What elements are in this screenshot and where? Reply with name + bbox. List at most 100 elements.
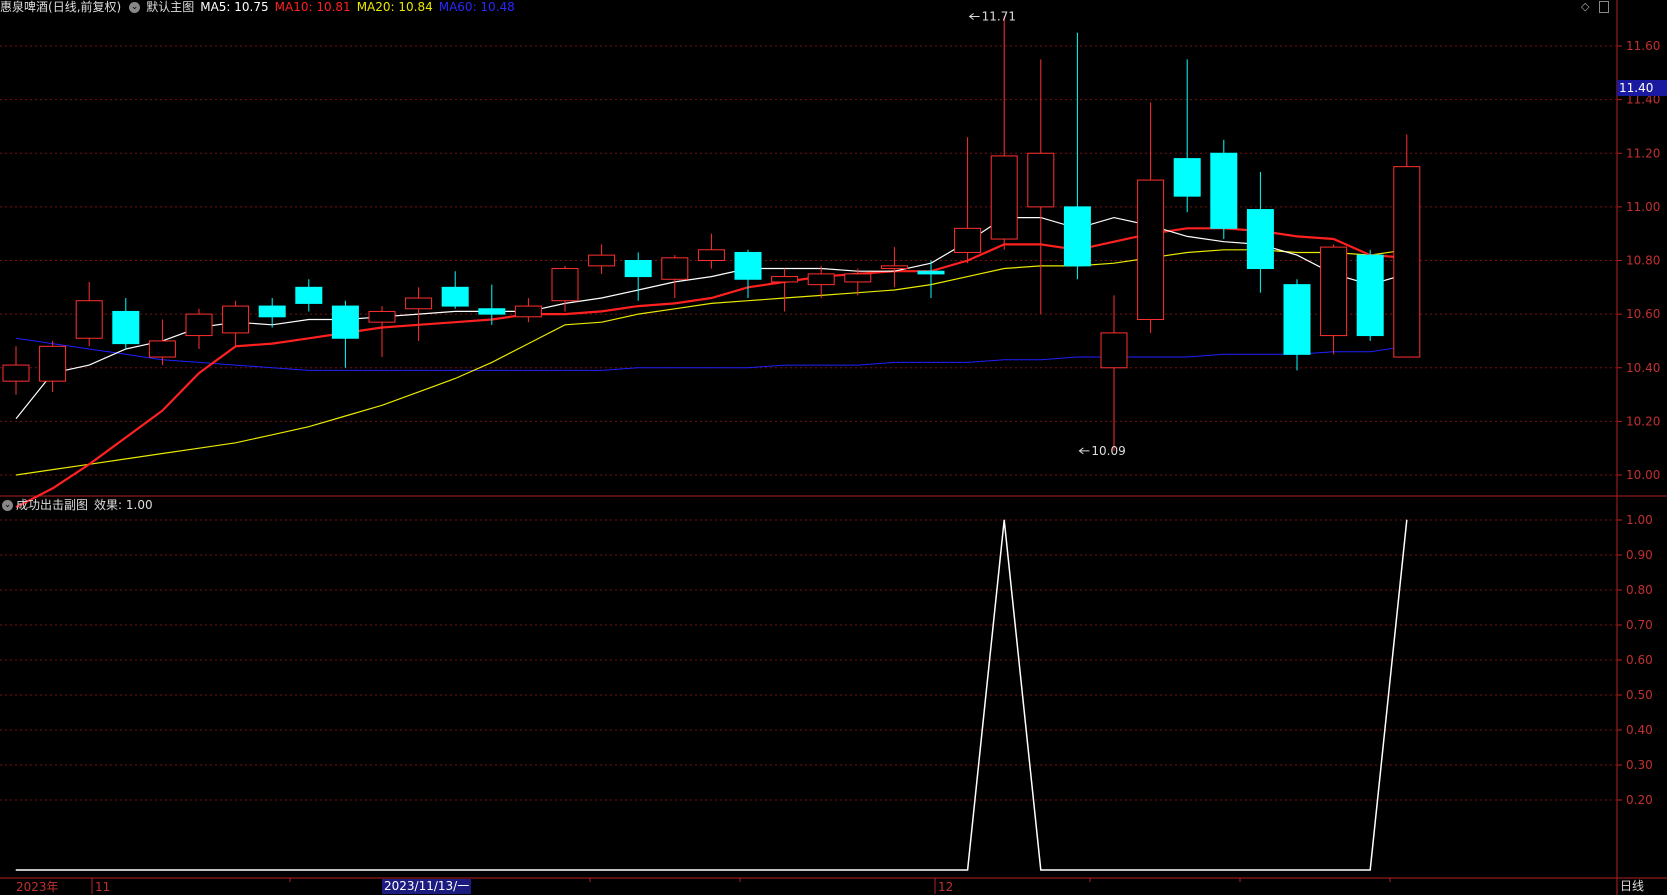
candle-body — [441, 286, 469, 307]
candle[interactable] — [1393, 134, 1421, 358]
indicator-point — [637, 869, 639, 871]
candle-body — [1173, 158, 1201, 197]
indicator-point — [1003, 519, 1005, 521]
sub-grid — [0, 519, 1617, 801]
indicator-point — [125, 869, 127, 871]
candle[interactable] — [1320, 244, 1348, 355]
price-tick-label: 11.00 — [1626, 200, 1660, 214]
period-button[interactable]: 日线 — [1620, 879, 1644, 894]
value-tick-label: 0.20 — [1626, 793, 1653, 807]
indicator-point — [491, 869, 493, 871]
candle[interactable] — [75, 281, 103, 347]
candle[interactable] — [1173, 59, 1201, 213]
indicator-point — [1259, 869, 1261, 871]
candle[interactable] — [1100, 295, 1128, 451]
candle[interactable] — [1210, 139, 1238, 240]
candle[interactable] — [2, 346, 30, 395]
year-label: 2023年 — [16, 880, 59, 894]
candle[interactable] — [368, 306, 396, 358]
indicator-point — [1113, 869, 1115, 871]
indicator-point — [710, 869, 712, 871]
indicator-point — [418, 869, 420, 871]
candle[interactable] — [514, 298, 542, 323]
main-chart-label[interactable]: 默认主图 — [146, 0, 194, 14]
candle[interactable] — [990, 16, 1018, 250]
value-tick-label: 0.60 — [1626, 653, 1653, 667]
candle-body — [1137, 179, 1165, 320]
candle-body — [624, 260, 652, 278]
ma60-label: MA60: 10.48 — [438, 0, 515, 14]
candle-body — [368, 310, 396, 323]
candlesticks[interactable] — [2, 16, 1421, 451]
indicator-point — [88, 869, 90, 871]
candle[interactable] — [771, 268, 799, 312]
candle-body — [258, 305, 286, 318]
main-price-axis: 11.6011.4011.2011.0010.8010.6010.4010.20… — [1617, 39, 1660, 482]
dropdown-icon[interactable]: ⌄ — [2, 500, 13, 511]
candle-body — [514, 305, 542, 318]
diamond-icon[interactable]: ◇ — [1581, 0, 1589, 13]
candle[interactable] — [807, 265, 835, 299]
indicator-point — [344, 869, 346, 871]
candle-body — [1393, 166, 1421, 358]
candle[interactable] — [1246, 172, 1274, 293]
candle[interactable] — [441, 271, 469, 309]
indicator-point — [1406, 519, 1408, 521]
indicator-point — [1223, 869, 1225, 871]
candle-body — [551, 268, 579, 302]
candle[interactable] — [880, 247, 908, 288]
stock-chart[interactable]: 11.60 11.40 11.20 11.00 10.80 10.60 10.40 10.20… — [0, 0, 1667, 895]
candle[interactable] — [661, 255, 689, 299]
candle-body — [222, 305, 250, 334]
candle[interactable] — [331, 300, 359, 368]
candle-body — [1063, 206, 1091, 267]
candle[interactable] — [1063, 32, 1091, 280]
candle-body — [771, 276, 799, 283]
indicator-point — [52, 869, 54, 871]
indicator-point — [967, 869, 969, 871]
dropdown-icon[interactable]: ⌄ — [129, 2, 141, 13]
price-tick-label: 11.20 — [1626, 146, 1660, 160]
indicator-point — [1296, 869, 1298, 871]
indicator-point — [930, 869, 932, 871]
candle[interactable] — [917, 260, 945, 299]
stock-name[interactable]: 惠泉啤酒 — [0, 0, 48, 14]
indicator-point — [601, 869, 603, 871]
candle[interactable] — [551, 265, 579, 312]
price-tick-label: 10.00 — [1626, 468, 1660, 482]
candle[interactable] — [697, 233, 725, 269]
indicator-name[interactable]: 成功出击副图 — [16, 498, 88, 512]
candle[interactable] — [185, 308, 213, 349]
candle[interactable] — [405, 287, 433, 341]
indicator-point — [857, 869, 859, 871]
candle[interactable] — [222, 300, 250, 347]
month-label-dec: 12 — [938, 880, 953, 894]
candle-body — [844, 273, 872, 283]
ma5-label: MA5: 10.75 — [200, 0, 269, 14]
value-tick-label: 0.50 — [1626, 688, 1653, 702]
price-tick-label: 10.60 — [1626, 307, 1660, 321]
value-tick-label: 0.70 — [1626, 618, 1653, 632]
scroll-icon[interactable] — [1599, 1, 1609, 13]
candle[interactable] — [954, 137, 982, 264]
candle[interactable] — [1283, 279, 1311, 371]
month-label-nov: 11 — [95, 880, 110, 894]
candle-body — [331, 305, 359, 339]
value-tick-label: 0.40 — [1626, 723, 1653, 737]
candle-body — [2, 364, 30, 382]
indicator-point — [381, 869, 383, 871]
candle-body — [1210, 152, 1238, 229]
indicator-point — [564, 869, 566, 871]
candle[interactable] — [1356, 249, 1384, 341]
candle-body — [880, 265, 908, 270]
candle[interactable] — [112, 298, 140, 349]
indicator-value: 效果: 1.00 — [94, 498, 153, 512]
candle[interactable] — [1027, 59, 1055, 315]
candle[interactable] — [624, 252, 652, 301]
price-tick-label: 10.40 — [1626, 361, 1660, 375]
candle-body — [588, 254, 616, 267]
candle[interactable] — [588, 244, 616, 274]
candle[interactable] — [295, 279, 323, 312]
candle[interactable] — [1137, 102, 1165, 333]
value-tick-label: 0.30 — [1626, 758, 1653, 772]
